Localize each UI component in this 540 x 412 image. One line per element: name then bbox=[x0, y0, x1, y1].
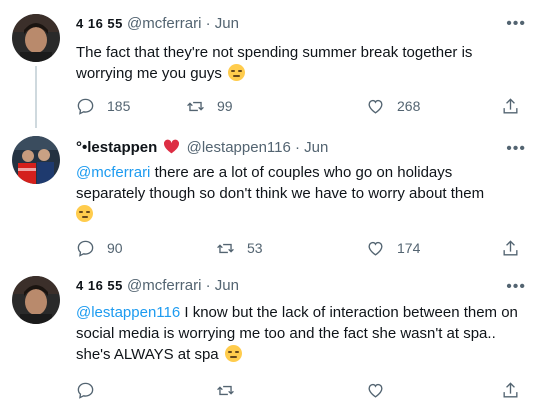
winking-emoji-icon bbox=[76, 205, 93, 222]
reply-count: 90 bbox=[107, 240, 123, 256]
tweet-header: °•lestappen @lestappen116 · Jun bbox=[76, 138, 328, 158]
retweet-button[interactable] bbox=[216, 380, 235, 400]
like-icon bbox=[368, 99, 383, 114]
reply-button[interactable] bbox=[76, 380, 95, 400]
handle[interactable]: @mcferrari bbox=[127, 277, 201, 294]
share-icon bbox=[503, 97, 518, 114]
heart-emoji-icon bbox=[164, 139, 180, 154]
share-button[interactable] bbox=[501, 238, 520, 258]
retweet-icon bbox=[187, 101, 204, 111]
avatar[interactable] bbox=[12, 276, 60, 324]
more-icon[interactable]: ••• bbox=[506, 16, 526, 32]
share-icon bbox=[503, 239, 518, 256]
reply-icon bbox=[77, 98, 94, 115]
tweet-header: 4 16 55 @mcferrari · Jun bbox=[76, 276, 239, 296]
retweet-button[interactable]: 99 bbox=[186, 96, 233, 116]
avatar[interactable] bbox=[12, 136, 60, 184]
retweet-icon bbox=[217, 385, 234, 395]
tweet-text: @lestappen116 I know but the lack of int… bbox=[76, 302, 524, 365]
reply-icon bbox=[77, 382, 94, 399]
action-bar: 90 53 174 bbox=[76, 238, 524, 258]
separator-dot: · bbox=[295, 139, 300, 156]
timestamp[interactable]: Jun bbox=[215, 15, 239, 32]
retweet-count: 99 bbox=[217, 98, 233, 114]
handle[interactable]: @mcferrari bbox=[127, 15, 201, 32]
share-button[interactable] bbox=[501, 380, 520, 400]
like-icon bbox=[368, 241, 383, 256]
reply-button[interactable]: 90 bbox=[76, 238, 123, 258]
tweet-1[interactable]: 4 16 55 @mcferrari · Jun ••• The fact th… bbox=[0, 0, 540, 130]
separator-dot: · bbox=[205, 277, 211, 294]
tweet-header: 4 16 55 @mcferrari · Jun bbox=[76, 14, 239, 34]
share-button[interactable] bbox=[501, 96, 520, 116]
tweet-text: The fact that they're not spending summe… bbox=[76, 42, 524, 84]
like-count: 268 bbox=[397, 98, 421, 114]
tweet-3[interactable]: 4 16 55 @mcferrari · Jun ••• @lestappen1… bbox=[0, 268, 540, 412]
thread-line bbox=[35, 66, 37, 128]
mention-link[interactable]: @lestappen116 bbox=[76, 304, 180, 321]
pensive-emoji-icon bbox=[224, 345, 242, 362]
share-icon bbox=[503, 381, 518, 398]
retweet-button[interactable]: 53 bbox=[216, 238, 263, 258]
timestamp[interactable]: Jun bbox=[304, 139, 328, 156]
more-icon[interactable]: ••• bbox=[506, 141, 526, 157]
more-icon[interactable]: ••• bbox=[506, 279, 526, 295]
action-bar bbox=[76, 380, 524, 400]
like-count: 174 bbox=[397, 240, 421, 256]
retweet-count: 53 bbox=[247, 240, 263, 256]
handle[interactable]: @lestappen116 bbox=[187, 139, 291, 156]
reply-icon bbox=[77, 240, 94, 257]
action-bar: 185 99 268 bbox=[76, 96, 524, 116]
separator-dot: · bbox=[205, 15, 211, 32]
retweet-icon bbox=[217, 243, 234, 253]
tweet-body-text: The fact that they're not spending summe… bbox=[76, 44, 473, 82]
tweet-text: @mcferrari there are a lot of couples wh… bbox=[76, 162, 524, 225]
like-button[interactable]: 268 bbox=[366, 96, 420, 116]
like-button[interactable] bbox=[366, 380, 385, 400]
mention-link[interactable]: @mcferrari bbox=[76, 164, 150, 181]
display-name[interactable]: 4 16 55 bbox=[76, 16, 123, 31]
reply-button[interactable]: 185 bbox=[76, 96, 130, 116]
avatar[interactable] bbox=[12, 14, 60, 62]
like-icon bbox=[368, 383, 383, 398]
pensive-emoji-icon bbox=[228, 64, 246, 81]
display-name[interactable]: 4 16 55 bbox=[76, 278, 123, 293]
timestamp[interactable]: Jun bbox=[215, 277, 239, 294]
tweet-2[interactable]: °•lestappen @lestappen116 · Jun ••• @mcf… bbox=[0, 130, 540, 268]
like-button[interactable]: 174 bbox=[366, 238, 420, 258]
reply-count: 185 bbox=[107, 98, 131, 114]
display-name[interactable]: °•lestappen bbox=[76, 139, 157, 156]
